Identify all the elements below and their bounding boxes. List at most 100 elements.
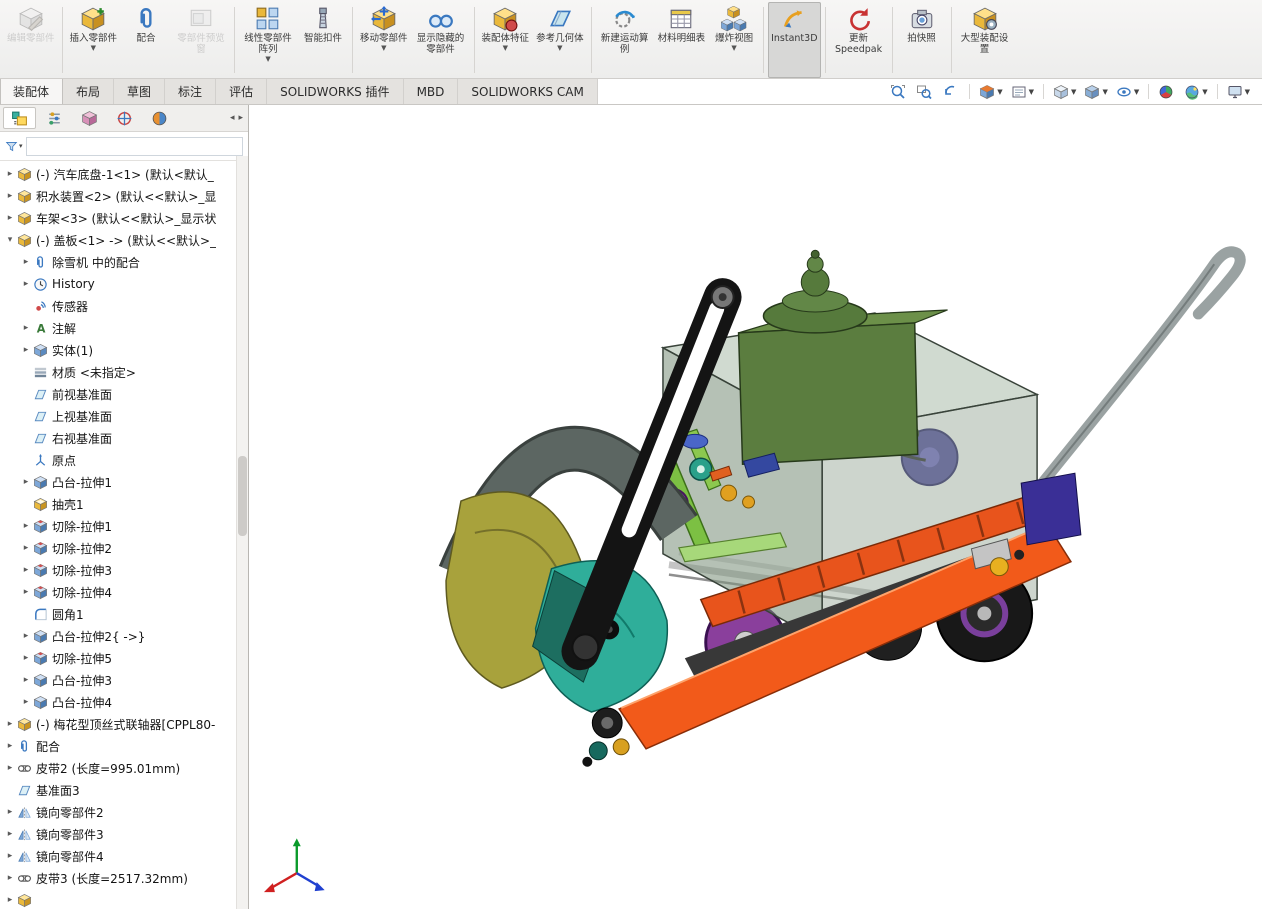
tree-item[interactable]: 传感器	[0, 295, 236, 317]
filter-input[interactable]	[26, 137, 243, 156]
command-tab[interactable]: SOLIDWORKS CAM	[458, 79, 597, 104]
command-tab[interactable]: 评估	[216, 79, 267, 104]
ribbon-button[interactable]: 装配体特征 ▼	[479, 2, 533, 78]
tree-item[interactable]: 右视基准面	[0, 427, 236, 449]
panel-tab[interactable]	[3, 107, 36, 129]
tree-item[interactable]: ▸ 凸台-拉伸2{ ->}	[0, 625, 236, 647]
ribbon-button[interactable]: 线性零部件阵列 ▼	[239, 2, 297, 78]
tree-item[interactable]: ▸ 切除-拉伸1	[0, 515, 236, 537]
expand-arrow[interactable]: ▸	[4, 851, 16, 861]
tree-item[interactable]: ▸ (-) 汽车底盘-1<1> (默认<默认_	[0, 163, 236, 185]
filter-funnel-icon[interactable]	[5, 140, 18, 153]
tree-item[interactable]: ▸ 凸台-拉伸1	[0, 471, 236, 493]
expand-arrow[interactable]: ▸	[20, 565, 32, 575]
tree-item[interactable]: 原点	[0, 449, 236, 471]
panel-tab[interactable]	[108, 107, 141, 129]
scrollbar-thumb[interactable]	[238, 456, 247, 536]
view-tool-button[interactable]	[914, 83, 936, 101]
tree-item[interactable]: ▸ 配合	[0, 735, 236, 757]
ribbon-button[interactable]: Instant3D	[768, 2, 820, 78]
ribbon-button[interactable]: 零部件预览窗	[172, 2, 230, 78]
view-tool-button[interactable]: ▼	[1009, 83, 1036, 101]
ribbon-button[interactable]: 编辑零部件	[4, 2, 58, 78]
panel-tab-back[interactable]: ◂	[230, 113, 235, 123]
command-tab[interactable]: 布局	[63, 79, 114, 104]
ribbon-button[interactable]: 材料明细表	[655, 2, 709, 78]
expand-arrow[interactable]: ▾	[4, 235, 16, 245]
tree-item[interactable]: ▸ 镜向零部件3	[0, 823, 236, 845]
command-tab[interactable]: 标注	[165, 79, 216, 104]
expand-arrow[interactable]: ▸	[4, 829, 16, 839]
panel-tab-forward[interactable]: ▸	[238, 113, 243, 123]
tree-item[interactable]: ▸ 镜向零部件4	[0, 845, 236, 867]
tree-item[interactable]: 上视基准面	[0, 405, 236, 427]
view-tool-button[interactable]	[940, 83, 962, 101]
tree-item[interactable]: ▸ 镜向零部件2	[0, 801, 236, 823]
expand-arrow[interactable]: ▸	[20, 543, 32, 553]
ribbon-button[interactable]: 插入零部件 ▼	[67, 2, 121, 78]
graphics-viewport[interactable]	[249, 105, 1262, 909]
tree-item[interactable]: ▸ 切除-拉伸3	[0, 559, 236, 581]
expand-arrow[interactable]: ▸	[20, 521, 32, 531]
expand-arrow[interactable]: ▸	[4, 741, 16, 751]
expand-arrow[interactable]: ▸	[20, 345, 32, 355]
ribbon-button[interactable]: 拍快照	[897, 2, 947, 78]
expand-arrow[interactable]: ▸	[4, 895, 16, 905]
ribbon-button[interactable]: 移动零部件 ▼	[357, 2, 411, 78]
view-tool-button[interactable]: ▼	[977, 83, 1004, 101]
tree-item[interactable]: ▸ A 注解	[0, 317, 236, 339]
expand-arrow[interactable]: ▸	[4, 719, 16, 729]
ribbon-button[interactable]: 参考几何体 ▼	[533, 2, 587, 78]
command-tab[interactable]: 草图	[114, 79, 165, 104]
tree-item[interactable]: ▸ History	[0, 273, 236, 295]
expand-arrow[interactable]: ▸	[20, 697, 32, 707]
tree-item[interactable]: ▸ 除雪机 中的配合	[0, 251, 236, 273]
tree-item[interactable]: ▸ (-) 梅花型顶丝式联轴器[CPPL80-	[0, 713, 236, 735]
tree-item[interactable]: ▸ 积水装置<2> (默认<<默认>_显	[0, 185, 236, 207]
tree-item[interactable]: ▸ 车架<3> (默认<<默认>_显示状	[0, 207, 236, 229]
expand-arrow[interactable]: ▸	[20, 279, 32, 289]
ribbon-button[interactable]: 大型装配设置	[956, 2, 1014, 78]
panel-tab[interactable]	[73, 107, 106, 129]
tree-item[interactable]: ▾ (-) 盖板<1> -> (默认<<默认>_	[0, 229, 236, 251]
expand-arrow[interactable]: ▸	[4, 807, 16, 817]
command-tab[interactable]: SOLIDWORKS 插件	[267, 79, 403, 104]
expand-arrow[interactable]: ▸	[20, 653, 32, 663]
view-tool-button[interactable]: ▼	[1082, 83, 1109, 101]
tree-item[interactable]: ▸	[0, 889, 236, 909]
command-tab[interactable]: MBD	[404, 79, 459, 104]
tree-item[interactable]: ▸ 凸台-拉伸4	[0, 691, 236, 713]
tree-item[interactable]: ▸ 皮带2 (长度=995.01mm)	[0, 757, 236, 779]
tree-item[interactable]: ▸ 切除-拉伸2	[0, 537, 236, 559]
expand-arrow[interactable]: ▸	[20, 675, 32, 685]
view-tool-button[interactable]	[888, 83, 910, 101]
view-tool-button[interactable]: ▼	[1114, 83, 1141, 101]
expand-arrow[interactable]: ▸	[4, 763, 16, 773]
tree-item[interactable]: ▸ 切除-拉伸5	[0, 647, 236, 669]
view-tool-button[interactable]: ▼	[1051, 83, 1078, 101]
ribbon-button[interactable]: 显示隐藏的零部件	[412, 2, 470, 78]
tree-scrollbar[interactable]	[236, 156, 248, 909]
tree-item[interactable]: ▸ 切除-拉伸4	[0, 581, 236, 603]
ribbon-button[interactable]: 配合	[121, 2, 171, 78]
expand-arrow[interactable]: ▸	[20, 587, 32, 597]
tree-item[interactable]: ▸ 皮带3 (长度=2517.32mm)	[0, 867, 236, 889]
view-tool-button[interactable]: ▼	[1182, 83, 1209, 101]
ribbon-button[interactable]: 新建运动算例	[596, 2, 654, 78]
tree-item[interactable]: 前视基准面	[0, 383, 236, 405]
expand-arrow[interactable]: ▸	[4, 873, 16, 883]
tree-item[interactable]: 圆角1	[0, 603, 236, 625]
expand-arrow[interactable]: ▸	[20, 323, 32, 333]
panel-tab[interactable]	[38, 107, 71, 129]
tree-item[interactable]: ▸ 凸台-拉伸3	[0, 669, 236, 691]
filter-caret[interactable]: ▾	[19, 142, 23, 150]
view-tool-button[interactable]: ▼	[1225, 83, 1252, 101]
panel-tab[interactable]	[143, 107, 176, 129]
view-tool-button[interactable]	[1156, 83, 1178, 101]
tree-item[interactable]: 抽壳1	[0, 493, 236, 515]
expand-arrow[interactable]: ▸	[20, 477, 32, 487]
expand-arrow[interactable]: ▸	[20, 257, 32, 267]
expand-arrow[interactable]: ▸	[4, 169, 16, 179]
tree-item[interactable]: 基准面3	[0, 779, 236, 801]
ribbon-button[interactable]: 更新 Speedpak	[830, 2, 888, 78]
